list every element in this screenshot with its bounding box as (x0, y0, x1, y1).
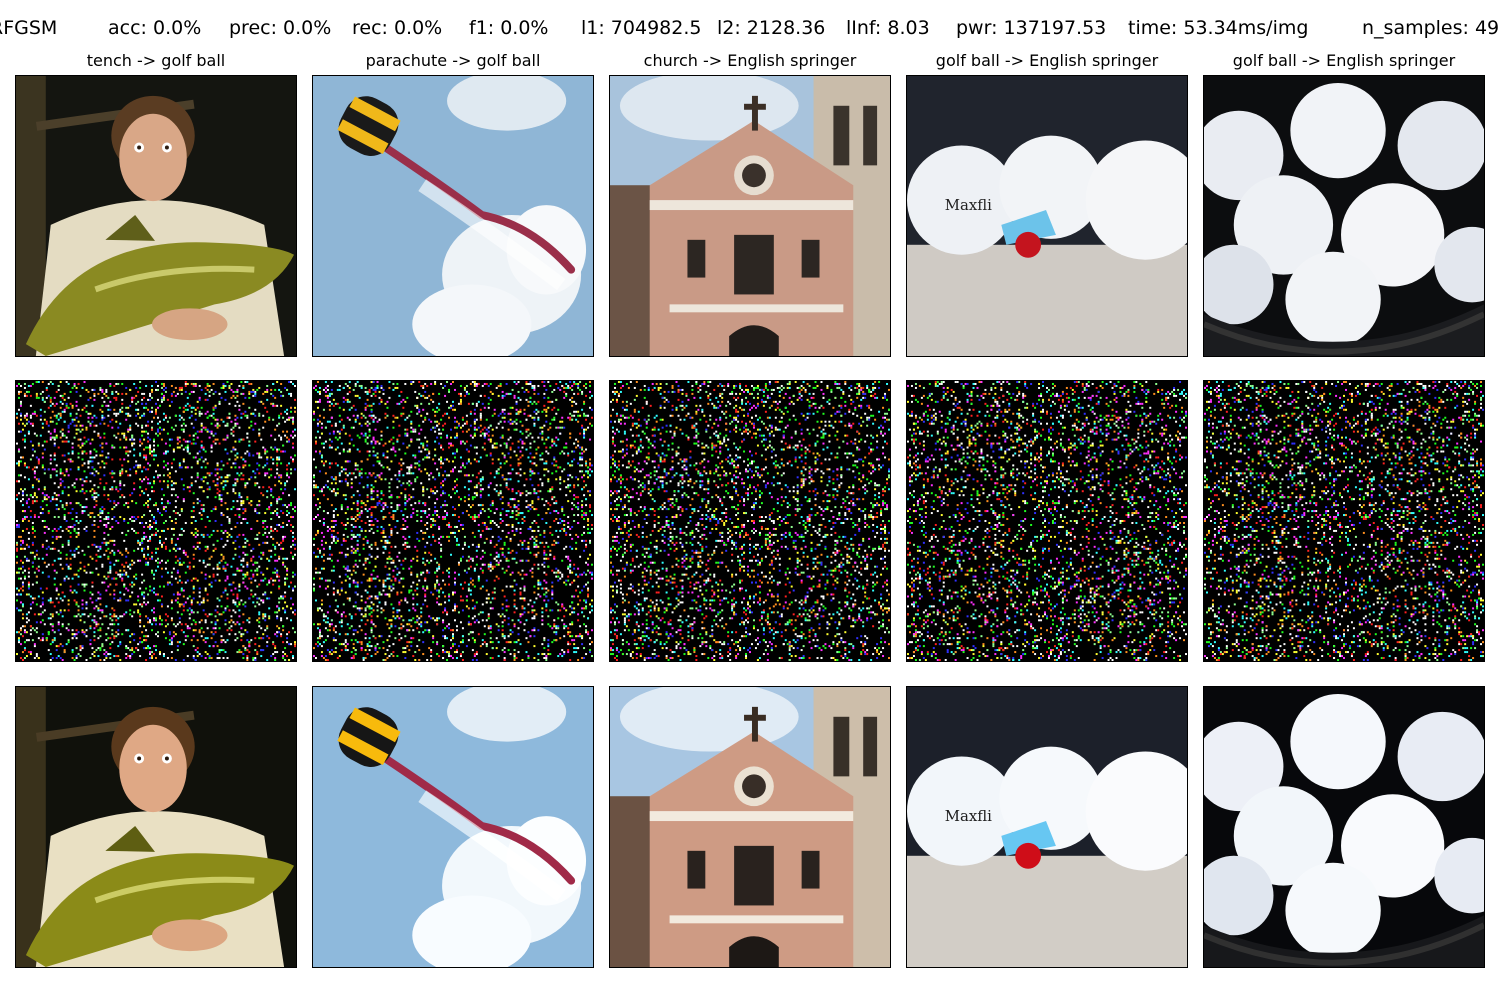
l2-metric: l2: 2128.36 (717, 17, 826, 39)
column-title: parachute -> golf ball (365, 51, 541, 70)
f1-metric: f1: 0.0% (469, 17, 549, 39)
original-image (15, 75, 297, 357)
perturbation-image (15, 380, 297, 662)
svg-text:Maxfli: Maxfli (945, 196, 992, 214)
column-title: golf ball -> English springer (1232, 51, 1456, 70)
perturbation-image (609, 380, 891, 662)
original-image (312, 75, 594, 357)
recall-metric: rec: 0.0% (352, 17, 443, 39)
perturbation-image (906, 380, 1188, 662)
column-title: golf ball -> English springer (935, 51, 1159, 70)
accuracy-metric: acc: 0.0% (108, 17, 202, 39)
original-image (609, 75, 891, 357)
power-metric: pwr: 137197.53 (956, 17, 1107, 39)
samples-metric: n_samples: 49 (1362, 17, 1500, 39)
column-title: tench -> golf ball (86, 51, 226, 70)
perturbation-image (1203, 380, 1485, 662)
column-title: church -> English springer (643, 51, 857, 70)
metrics-header: RFGSM acc: 0.0% prec: 0.0% rec: 0.0% f1:… (0, 0, 1500, 50)
time-metric: time: 53.34ms/img (1128, 17, 1309, 39)
original-image (1203, 75, 1485, 357)
adversarial-image (609, 686, 891, 968)
linf-metric: lInf: 8.03 (846, 17, 930, 39)
precision-metric: prec: 0.0% (229, 17, 332, 39)
method-label: RFGSM (0, 17, 58, 39)
adversarial-image (312, 686, 594, 968)
original-image: Maxfli (906, 75, 1188, 357)
l1-metric: l1: 704982.5 (581, 17, 702, 39)
adversarial-image: Maxfli (906, 686, 1188, 968)
adversarial-image (1203, 686, 1485, 968)
adversarial-image (15, 686, 297, 968)
perturbation-image (312, 380, 594, 662)
